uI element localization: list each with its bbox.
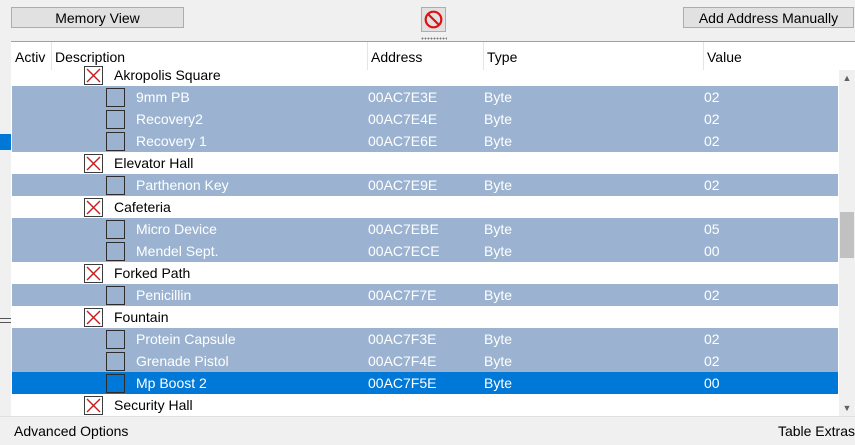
- scroll-up-icon[interactable]: ▲: [839, 70, 855, 87]
- row-value: 02: [704, 89, 720, 105]
- row-type: Byte: [484, 331, 513, 347]
- row-value: 02: [704, 133, 720, 149]
- row-type: Byte: [484, 243, 513, 259]
- group-row[interactable]: Elevator Hall: [12, 152, 838, 174]
- memory-view-button[interactable]: Memory View: [11, 7, 184, 28]
- table-row[interactable]: 9mm PB 00AC7E3E Byte 02: [12, 86, 838, 108]
- row-value: 05: [704, 221, 720, 237]
- row-address: 00AC7F7E: [368, 287, 437, 303]
- row-description: Micro Device: [136, 221, 217, 237]
- row-address: 00AC7F5E: [368, 375, 437, 391]
- row-description: Forked Path: [114, 265, 191, 281]
- row-description: 9mm PB: [136, 89, 190, 105]
- group-row[interactable]: Security Hall: [12, 394, 838, 416]
- table-extras-link[interactable]: Table Extras: [778, 417, 855, 445]
- row-description: Mp Boost 2: [136, 375, 207, 391]
- table-row[interactable]: Mendel Sept. 00AC7ECE Byte 00: [12, 240, 838, 262]
- scrollbar-thumb[interactable]: [840, 212, 854, 258]
- row-description: Parthenon Key: [136, 177, 229, 193]
- table-row[interactable]: Grenade Pistol 00AC7F4E Byte 02: [12, 350, 838, 372]
- group-checkbox-x-icon[interactable]: [84, 66, 103, 85]
- row-type: Byte: [484, 375, 513, 391]
- row-description: Elevator Hall: [114, 155, 194, 171]
- group-checkbox-x-icon[interactable]: [84, 308, 103, 327]
- row-address: 00AC7ECE: [368, 243, 440, 259]
- row-value: 02: [704, 353, 720, 369]
- clear-list-icon: [424, 10, 443, 29]
- row-description: Recovery 1: [136, 133, 207, 149]
- row-type: Byte: [484, 287, 513, 303]
- clear-list-button[interactable]: [421, 7, 446, 32]
- splitter-grip[interactable]: [421, 37, 447, 40]
- row-description: Akropolis Square: [114, 67, 221, 83]
- address-rows: Akropolis Square 9mm PB 00AC7E3E Byte 02 Reco…: [11, 64, 839, 417]
- row-address: 00AC7E3E: [368, 89, 438, 105]
- table-row[interactable]: Micro Device 00AC7EBE Byte 05: [12, 218, 838, 240]
- table-row[interactable]: Mp Boost 2 00AC7F5E Byte 00: [12, 372, 838, 394]
- row-address: 00AC7E6E: [368, 133, 438, 149]
- checkbox-icon[interactable]: [106, 352, 125, 371]
- table-row[interactable]: Protein Capsule 00AC7F3E Byte 02: [12, 328, 838, 350]
- group-checkbox-x-icon[interactable]: [84, 264, 103, 283]
- row-value: 02: [704, 111, 720, 127]
- checkbox-icon[interactable]: [106, 176, 125, 195]
- row-description: Mendel Sept.: [136, 243, 219, 259]
- add-address-manually-button[interactable]: Add Address Manually: [683, 7, 854, 28]
- toolbar: Memory View Add Address Manually: [0, 0, 855, 40]
- row-description: Fountain: [114, 309, 169, 325]
- table-row[interactable]: Penicillin 00AC7F7E Byte 02: [12, 284, 838, 306]
- row-description: Recovery2: [136, 111, 203, 127]
- row-address: 00AC7E4E: [368, 111, 438, 127]
- table-row[interactable]: Recovery 1 00AC7E6E Byte 02: [12, 130, 838, 152]
- checkbox-icon[interactable]: [106, 220, 125, 239]
- row-description: Penicillin: [136, 287, 192, 303]
- checkbox-icon[interactable]: [106, 330, 125, 349]
- vertical-scrollbar[interactable]: ▲ ▼: [839, 70, 855, 417]
- checkbox-icon[interactable]: [106, 242, 125, 261]
- left-panel-rule: [0, 318, 11, 319]
- row-type: Byte: [484, 133, 513, 149]
- left-panel-rule: [0, 322, 11, 323]
- row-type: Byte: [484, 221, 513, 237]
- row-address: 00AC7F3E: [368, 331, 437, 347]
- checkbox-icon[interactable]: [106, 88, 125, 107]
- group-row[interactable]: Cafeteria: [12, 196, 838, 218]
- group-row[interactable]: Akropolis Square: [12, 64, 838, 86]
- group-row[interactable]: Fountain: [12, 306, 838, 328]
- group-checkbox-x-icon[interactable]: [84, 198, 103, 217]
- row-type: Byte: [484, 89, 513, 105]
- row-description: Protein Capsule: [136, 331, 236, 347]
- row-value: 00: [704, 375, 720, 391]
- checkbox-icon[interactable]: [106, 286, 125, 305]
- row-address: 00AC7E9E: [368, 177, 438, 193]
- row-type: Byte: [484, 111, 513, 127]
- row-value: 02: [704, 287, 720, 303]
- row-type: Byte: [484, 177, 513, 193]
- group-checkbox-x-icon[interactable]: [84, 396, 103, 415]
- row-address: 00AC7F4E: [368, 353, 437, 369]
- row-description: Cafeteria: [114, 199, 171, 215]
- table-row[interactable]: Parthenon Key 00AC7E9E Byte 02: [12, 174, 838, 196]
- row-description: Security Hall: [114, 397, 193, 413]
- scroll-down-icon[interactable]: ▼: [839, 400, 855, 417]
- group-checkbox-x-icon[interactable]: [84, 154, 103, 173]
- address-list-panel: Activ Description Address Type Value Akr…: [11, 41, 855, 417]
- checkbox-icon[interactable]: [106, 110, 125, 129]
- table-row[interactable]: Recovery2 00AC7E4E Byte 02: [12, 108, 838, 130]
- status-bar: Advanced Options Table Extras: [0, 416, 855, 443]
- checkbox-icon[interactable]: [106, 132, 125, 151]
- row-value: 02: [704, 177, 720, 193]
- row-address: 00AC7EBE: [368, 221, 439, 237]
- row-value: 00: [704, 243, 720, 259]
- advanced-options-link[interactable]: Advanced Options: [14, 417, 128, 445]
- checkbox-icon[interactable]: [106, 374, 125, 393]
- left-panel-edge: [0, 134, 11, 150]
- group-row[interactable]: Forked Path: [12, 262, 838, 284]
- row-type: Byte: [484, 353, 513, 369]
- row-description: Grenade Pistol: [136, 353, 229, 369]
- row-value: 02: [704, 331, 720, 347]
